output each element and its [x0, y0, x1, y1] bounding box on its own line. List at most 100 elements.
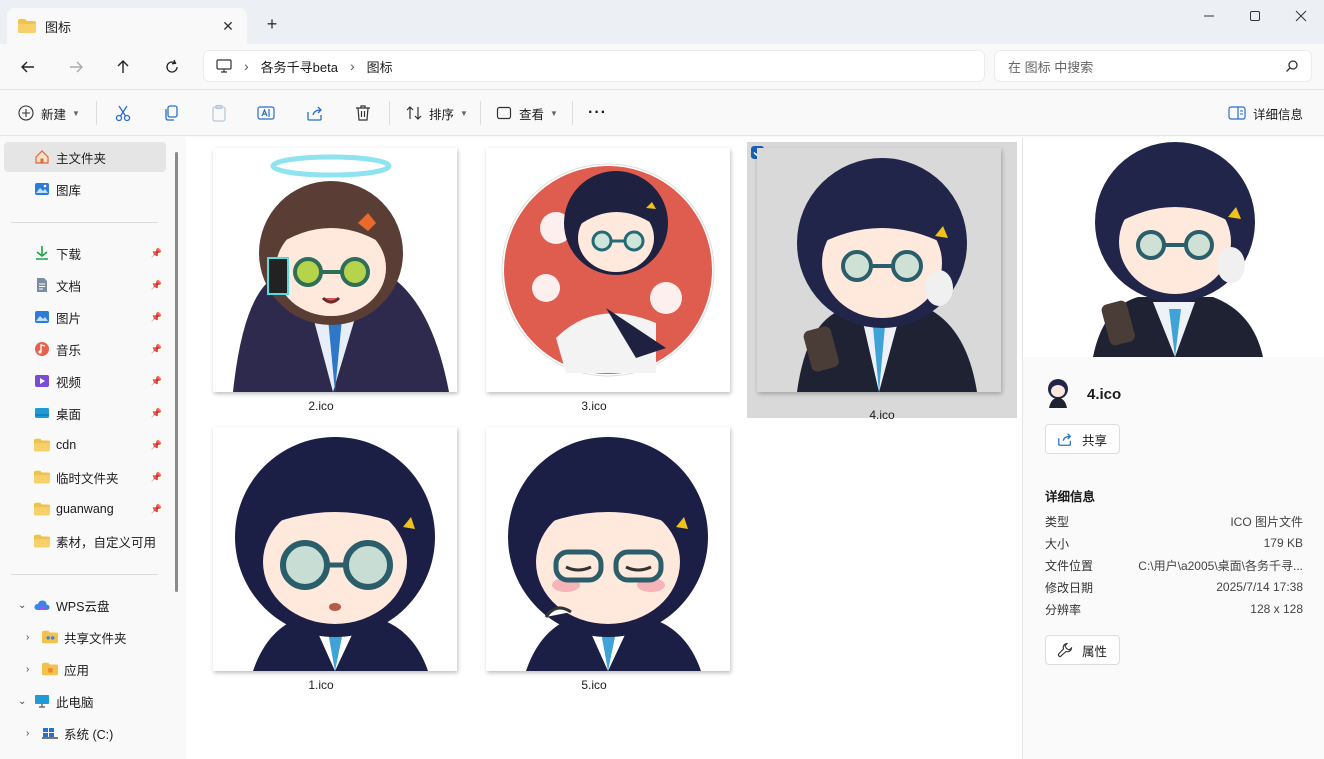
share-button[interactable]: [306, 99, 331, 127]
file-tile[interactable]: 5.ico: [459, 416, 730, 692]
chevron-down-icon[interactable]: ⌄: [18, 600, 26, 611]
refresh-icon: [166, 59, 178, 73]
new-button[interactable]: 新建 ▼: [18, 99, 80, 127]
chibi-character-image: [757, 148, 1001, 392]
sidebar-item-documents[interactable]: 文档 📌: [4, 270, 166, 300]
close-window-button[interactable]: [1278, 0, 1324, 32]
pin-icon[interactable]: 📌: [151, 312, 162, 323]
sidebar-item-gallery[interactable]: 图库: [4, 174, 166, 204]
search-placeholder: 在 图标 中搜索: [1008, 59, 1094, 75]
pin-icon[interactable]: 📌: [151, 408, 162, 419]
divider: [11, 222, 158, 223]
chibi-character-image: [1093, 142, 1263, 357]
share-icon: [307, 106, 322, 121]
sidebar-item-drive-c[interactable]: › 系统 (C:): [4, 718, 166, 748]
details-pane-button[interactable]: 详细信息: [1228, 99, 1303, 127]
chevron-down-icon[interactable]: ⌄: [18, 696, 26, 707]
thumbnail: [486, 148, 730, 392]
file-tile[interactable]: 3.ico: [459, 137, 730, 413]
sidebar-item-guanwang[interactable]: guanwang 📌: [4, 494, 166, 524]
pin-icon[interactable]: 📌: [151, 344, 162, 355]
sidebar-item-videos[interactable]: 视频 📌: [4, 366, 166, 396]
navigation-pane: 主文件夹 图库 下载 📌 文档 📌 图片 📌 音乐 📌 视频 📌 桌面 📌 cd…: [0, 137, 182, 759]
refresh-button[interactable]: [157, 52, 187, 82]
sidebar-item-shared[interactable]: › 共享文件夹: [4, 622, 166, 652]
minimize-button[interactable]: [1186, 0, 1232, 32]
chevron-right-icon[interactable]: ›: [26, 664, 29, 675]
properties-button[interactable]: 属性: [1045, 635, 1121, 665]
sort-icon: [406, 106, 422, 120]
sidebar-item-materials[interactable]: 素材，自定义可用: [4, 526, 166, 556]
sidebar-scrollbar[interactable]: [175, 152, 178, 592]
arrow-left-icon: [21, 61, 34, 73]
sidebar-item-music[interactable]: 音乐 📌: [4, 334, 166, 364]
pin-icon[interactable]: 📌: [151, 440, 162, 451]
cut-button[interactable]: [114, 99, 139, 127]
tab-current[interactable]: 图标 ✕: [7, 8, 247, 44]
file-tile[interactable]: 2.ico: [186, 137, 457, 413]
chevron-right-icon[interactable]: ›: [26, 632, 29, 643]
sidebar-item-cdn[interactable]: cdn 📌: [4, 430, 166, 460]
file-tile[interactable]: 1.ico: [186, 416, 457, 692]
arrow-right-icon: [70, 61, 83, 73]
file-list: 2.ico 3.ico 4.ico 1.ico 5.ico: [186, 137, 1022, 759]
folder-icon: [34, 501, 50, 517]
forward-button[interactable]: [61, 52, 91, 82]
sidebar-item-pictures[interactable]: 图片 📌: [4, 302, 166, 332]
detail-key: 类型: [1045, 514, 1070, 529]
close-tab-button[interactable]: ✕: [219, 17, 237, 35]
chevron-right-icon[interactable]: ›: [26, 728, 29, 739]
sidebar-item-apps[interactable]: › 应用: [4, 654, 166, 684]
back-button[interactable]: [13, 52, 43, 82]
apps-folder-icon: [42, 661, 58, 677]
detail-row: 修改日期 2025/7/14 17:38: [1045, 576, 1303, 598]
breadcrumb-item[interactable]: 图标: [367, 57, 393, 76]
sidebar-item-label: 共享文件夹: [64, 631, 127, 646]
thumbnail: [213, 427, 457, 671]
details-file-name: 4.ico: [1087, 386, 1122, 403]
paste-icon: [212, 104, 226, 122]
more-options-button[interactable]: ···: [588, 99, 607, 127]
share-button[interactable]: 共享: [1045, 424, 1121, 454]
sidebar-item-label: 音乐: [56, 343, 82, 358]
arrow-up-icon: [117, 60, 129, 73]
share-label: 共享: [1082, 433, 1108, 448]
up-button[interactable]: [108, 52, 138, 82]
sidebar-item-desktop[interactable]: 桌面 📌: [4, 398, 166, 428]
search-input[interactable]: 在 图标 中搜索: [994, 50, 1312, 82]
paste-button[interactable]: [210, 99, 235, 127]
file-tile-selected[interactable]: 4.ico: [747, 142, 1017, 422]
pin-icon[interactable]: 📌: [151, 504, 162, 515]
copy-button[interactable]: [162, 99, 187, 127]
sort-button[interactable]: 排序 ▼: [406, 99, 468, 127]
pin-icon[interactable]: 📌: [151, 248, 162, 259]
sidebar-item-home[interactable]: 主文件夹: [4, 142, 166, 172]
sidebar-item-downloads[interactable]: 下载 📌: [4, 238, 166, 268]
maximize-icon: [1250, 11, 1260, 21]
sort-label: 排序: [429, 107, 455, 122]
pin-icon[interactable]: 📌: [151, 280, 162, 291]
chibi-character-image: [508, 437, 708, 671]
pin-icon[interactable]: 📌: [151, 472, 162, 483]
divider: [389, 101, 390, 125]
sidebar-item-this-pc[interactable]: ⌄ 此电脑: [4, 686, 166, 716]
sidebar-item-temp[interactable]: 临时文件夹 📌: [4, 462, 166, 492]
computer-icon: [216, 59, 232, 73]
scissors-icon: [115, 105, 131, 122]
thumbnail: [213, 148, 457, 392]
sidebar-item-wps-cloud[interactable]: ⌄ WPS云盘: [4, 590, 166, 620]
breadcrumb-item[interactable]: 各务千寻beta: [261, 57, 338, 76]
rename-button[interactable]: [257, 99, 282, 127]
file-name: 5.ico: [581, 678, 607, 692]
new-label: 新建: [41, 107, 67, 122]
view-button[interactable]: 查看 ▼: [496, 99, 558, 127]
pin-icon[interactable]: 📌: [151, 376, 162, 387]
chibi-character-image: [235, 437, 435, 671]
maximize-button[interactable]: [1232, 0, 1278, 32]
title-bar: 图标 ✕ +: [0, 0, 1324, 44]
delete-button[interactable]: [354, 99, 379, 127]
new-tab-button[interactable]: +: [262, 14, 282, 34]
address-bar[interactable]: › 各务千寻beta › 图标: [203, 50, 985, 82]
detail-value: 128 x 128: [1250, 602, 1303, 616]
detail-key: 文件位置: [1045, 558, 1094, 573]
